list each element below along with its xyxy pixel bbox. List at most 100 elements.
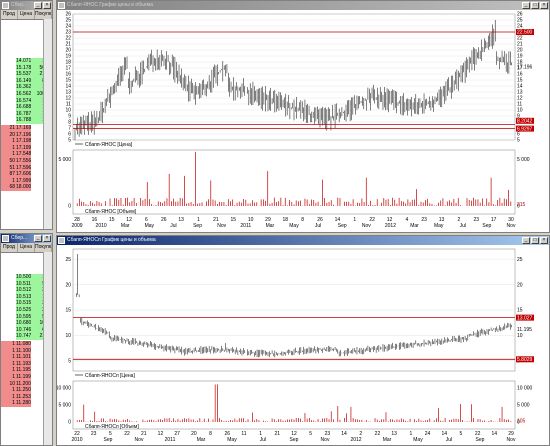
ask-row[interactable]: 1 17.548	[1, 151, 46, 158]
close-icon[interactable]: ×	[540, 2, 548, 9]
bid-row[interactable]: 16.5741	[1, 97, 46, 105]
bid-price: 10.512	[16, 287, 31, 294]
ask-row[interactable]: 50 17.556	[1, 158, 46, 165]
minimize-icon[interactable]: _	[522, 237, 530, 244]
close-icon[interactable]: ×	[43, 235, 51, 242]
x-month-tick: Mar	[410, 223, 419, 229]
chart-app-icon	[58, 2, 65, 9]
ask-row[interactable]: 1 11.193	[1, 360, 46, 368]
bid-price: 16.562	[16, 91, 31, 98]
ask-row[interactable]: 21 17.169	[1, 125, 46, 132]
ask-row[interactable]: 68 18.000	[1, 184, 46, 191]
bid-row[interactable]: 15.17850	[1, 64, 46, 72]
top-chart-canvas[interactable]: 2626252524242323222221212020191918181717…	[57, 10, 549, 232]
vol-tick-right: 10 000	[517, 386, 533, 392]
top-orderbook-titlebar[interactable]: Сбер... _ ×	[1, 1, 52, 10]
bottom-orderbook-titlebar[interactable]: Сбер... _ ×	[1, 234, 52, 243]
ask-qty: 10	[1, 380, 16, 388]
bid-row[interactable]: 16.7871	[1, 110, 46, 118]
bid-row[interactable]: 10.68010	[1, 320, 46, 327]
minimize-icon[interactable]: _	[34, 2, 42, 9]
bid-row[interactable]: 16.6881	[1, 104, 46, 111]
ask-qty: 1	[1, 360, 16, 368]
window-app-icon	[2, 2, 9, 9]
header-sell[interactable]: Прод	[1, 243, 18, 252]
minimize-icon[interactable]: _	[34, 235, 42, 242]
bid-row[interactable]: 16.3621	[1, 84, 46, 91]
close-icon[interactable]: ×	[43, 2, 51, 9]
vol-tick-right: 5 000	[517, 403, 530, 409]
bid-row[interactable]: 16.1498	[1, 77, 46, 85]
volume-legend: Сбапп-ЯНОСп [Объем]	[85, 424, 139, 430]
ask-row[interactable]: 1 17.198	[1, 138, 46, 145]
x-month-tick: Sep	[476, 437, 485, 443]
bid-row[interactable]: 10.5955	[1, 313, 46, 321]
x-month-tick: Sep	[193, 223, 202, 229]
bid-row[interactable]: 10.5252	[1, 307, 46, 314]
maximize-icon[interactable]: □	[531, 2, 539, 9]
ask-price: 17.196	[16, 131, 31, 139]
ask-qty: 1	[1, 393, 16, 401]
x-month-tick: May	[413, 437, 423, 443]
ask-price: 11.080	[16, 341, 31, 348]
bid-row[interactable]: 15.53721	[1, 71, 46, 78]
bottom-orderbook-scrollbar[interactable]	[43, 252, 52, 445]
maximize-icon[interactable]: □	[531, 237, 539, 244]
bid-price: 10.680	[16, 320, 31, 327]
bid-row[interactable]: 10.5131	[1, 293, 46, 301]
ask-qty: 50	[1, 158, 16, 165]
ask-row[interactable]: 1 11.080	[1, 341, 46, 348]
header-buy[interactable]: Покупк	[35, 10, 52, 19]
x-month-tick: Nov	[135, 437, 144, 443]
top-chart-titlebar[interactable]: Сбапп-ЯНОС График цены и объема _ □ ×	[57, 1, 549, 10]
ask-row[interactable]: 1 11.253	[1, 393, 46, 401]
ask-row[interactable]: 20 17.196	[1, 131, 46, 139]
ask-row[interactable]: 51 17.596	[1, 164, 46, 172]
ask-row[interactable]: 1 11.100	[1, 347, 46, 355]
bid-row[interactable]: 14.0711	[1, 58, 46, 65]
bid-price: 15.178	[16, 64, 31, 72]
bid-price: 14.071	[16, 58, 31, 65]
bid-price: 10.500	[16, 274, 31, 281]
vol-tick-left: 0	[68, 420, 71, 426]
bid-price: 16.574	[16, 97, 31, 105]
bid-row[interactable]: 10.5119	[1, 280, 46, 288]
ask-row[interactable]: 1 11.195	[1, 367, 46, 374]
bottom-chart-canvas[interactable]: 25252020151510105513.0275.802911.195Сбап…	[57, 245, 549, 445]
bid-row[interactable]: 10.5153	[1, 300, 46, 307]
x-month-tick: 2011	[165, 437, 176, 443]
header-price[interactable]: Цена	[18, 243, 35, 252]
bottom-chart-titlebar[interactable]: Сбапп-ЯНОСп График цены и объема _ □ ×	[57, 236, 549, 245]
x-month-tick: 2012	[385, 223, 396, 229]
bid-row[interactable]: 10.74721	[1, 333, 46, 340]
ask-row[interactable]: 1 11.101	[1, 354, 46, 361]
ask-row[interactable]: 87 17.606	[1, 171, 46, 178]
ask-row[interactable]: 1 17.999	[1, 177, 46, 185]
y-tick-right: 15	[517, 308, 523, 314]
ask-row[interactable]: 1 11.250	[1, 387, 46, 394]
bid-row[interactable]: 16.7881	[1, 117, 46, 124]
ask-row[interactable]: 1 17.199	[1, 144, 46, 152]
volume-last: 215	[517, 202, 526, 208]
header-price[interactable]: Цена	[18, 10, 35, 19]
header-sell[interactable]: Прод	[1, 10, 18, 19]
top-orderbook-scrollbar[interactable]	[43, 19, 52, 229]
x-month-tick: May	[434, 223, 444, 229]
bid-sell-cell	[1, 77, 16, 85]
bid-row[interactable]: 16.562 100	[1, 91, 46, 98]
bid-row[interactable]: 10.5122	[1, 287, 46, 294]
minimize-icon[interactable]: _	[522, 2, 530, 9]
header-buy[interactable]: Покупк	[35, 243, 52, 252]
ask-row[interactable]: 10 11.200	[1, 380, 46, 388]
top-orderbook-title: Сбер...	[11, 2, 28, 8]
bid-row[interactable]: 10.7466	[1, 326, 46, 334]
y-tick-right: 25	[517, 257, 523, 263]
ask-row[interactable]: 1 11.199	[1, 374, 46, 381]
close-icon[interactable]: ×	[540, 237, 548, 244]
ask-price: 17.548	[16, 151, 31, 158]
x-day-tick: 15	[230, 217, 236, 223]
bid-row[interactable]: 10.5001	[1, 274, 46, 281]
ask-row[interactable]: 1 11.280	[1, 400, 46, 407]
last-price-label: 11.195	[517, 327, 532, 333]
bottom-orderbook-title: Сбер...	[11, 235, 28, 241]
